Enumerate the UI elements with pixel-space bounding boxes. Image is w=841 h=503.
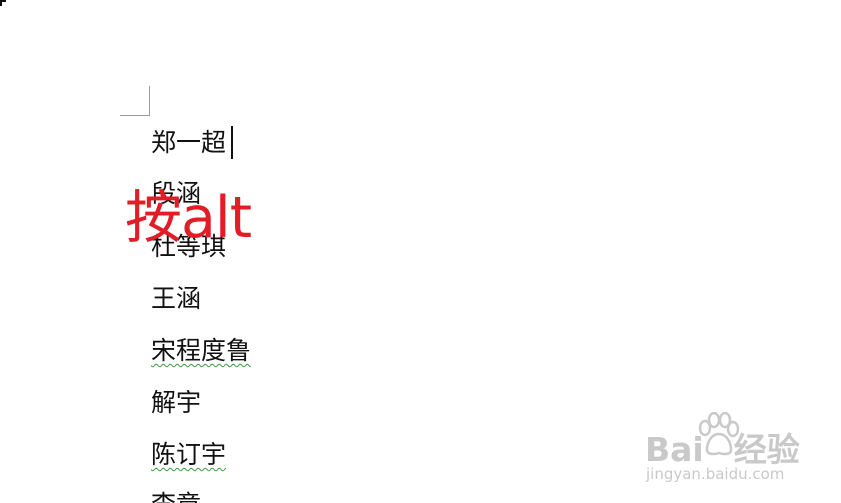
text-cursor	[231, 126, 233, 159]
spellcheck-flagged-text[interactable]: 宋程度鲁	[151, 336, 251, 365]
document-line[interactable]: 李章	[151, 490, 201, 503]
document-line[interactable]: 宋程度鲁	[151, 336, 251, 366]
watermark-brand: Bai 经验	[645, 430, 800, 470]
watermark-brand-right: 经验	[733, 430, 800, 469]
document-line[interactable]: 郑一超	[151, 128, 226, 158]
document-line[interactable]: 陈订宇	[151, 440, 226, 470]
page-margin-guide	[120, 86, 150, 116]
document-line[interactable]: 王涵	[151, 284, 201, 314]
annotation-label: 按alt	[125, 185, 252, 251]
watermark-url: jingyan.baidu.com	[646, 465, 785, 483]
baidu-jingyan-watermark: Bai 经验 jingyan.baidu.com	[645, 408, 805, 488]
watermark-brand-left: Bai	[645, 430, 704, 469]
spellcheck-flagged-text[interactable]: 陈订宇	[151, 440, 226, 469]
document-line[interactable]: 解宇	[151, 388, 201, 418]
